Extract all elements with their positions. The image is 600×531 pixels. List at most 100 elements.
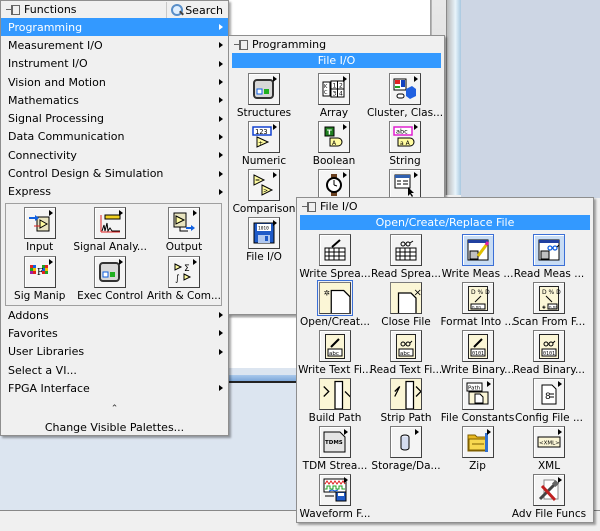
palette-item-label: Scan From F... xyxy=(512,316,586,328)
menu-item-vision-motion[interactable]: Vision and Motion xyxy=(1,73,228,91)
express-item-output[interactable]: Output xyxy=(147,204,221,256)
palette-item-build-path[interactable]: Build Path xyxy=(300,378,370,426)
scan-from-file-icon: D % D n.nn ◈ xyxy=(533,282,565,314)
palette-item-write-spreadsheet[interactable]: Write Sprea... xyxy=(299,234,371,282)
menu-item-user-libraries[interactable]: User Libraries xyxy=(1,343,228,361)
menu-item-select-vi[interactable]: Select a VI... xyxy=(1,361,228,379)
palette-item-scan-from-file[interactable]: D % D n.nn ◈ Scan From F... xyxy=(513,282,585,330)
palette-item-advanced-file-functions[interactable]: Adv File Funcs xyxy=(511,474,587,522)
palette-item-storage-dataplugin[interactable]: Storage/Da... xyxy=(370,426,442,474)
svg-text:✲: ✲ xyxy=(324,289,330,298)
arithmetic-comparison-icon: Σ ∫ xyxy=(167,255,200,288)
palette-item-read-text-file[interactable]: abc Read Text Fi... xyxy=(370,330,442,378)
palette-item-read-measurement[interactable]: Read Meas ... xyxy=(513,234,585,282)
menu-item-addons[interactable]: Addons xyxy=(1,306,228,324)
svg-text:D % D: D % D xyxy=(542,289,561,296)
write-spreadsheet-icon xyxy=(319,234,351,266)
boolean-icon: TA xyxy=(318,121,350,153)
palette-item-label: Waveform F... xyxy=(299,508,371,520)
xml-icon: <XML> xyxy=(533,426,565,458)
menu-item-measurement-io[interactable]: Measurement I/O xyxy=(1,36,228,54)
palette-item-waveform-file[interactable]: Waveform F... xyxy=(299,474,371,522)
svg-text:n.nn: n.nn xyxy=(549,305,558,310)
diagram-canvas-lower[interactable] xyxy=(228,318,298,368)
palette-item-xml[interactable]: <XML> XML xyxy=(513,426,585,474)
menu-item-data-communication[interactable]: Data Communication xyxy=(1,128,228,146)
svg-text:F: F xyxy=(37,268,43,278)
svg-text:abc: abc xyxy=(329,351,339,357)
express-item-signal-analysis[interactable]: Signal Analy... xyxy=(73,204,147,256)
palette-item-label: Write Binary... xyxy=(440,364,515,376)
palette-item-comparison[interactable]: = > Comparison xyxy=(229,169,299,217)
palette-item-tdm-streaming[interactable]: TDMS TDM Strea... xyxy=(300,426,370,474)
palette-item-label: XML xyxy=(537,460,561,472)
express-item-label: Input xyxy=(26,240,54,253)
menu-item-instrument-io[interactable]: Instrument I/O xyxy=(1,55,228,73)
menu-item-fpga-interface[interactable]: FPGA Interface xyxy=(1,379,228,397)
menu-item-mathematics[interactable]: Mathematics xyxy=(1,91,228,109)
palette-item-label: Comparison xyxy=(232,203,296,215)
palette-item-format-into-file[interactable]: D % D n.nn Format Into ... xyxy=(441,282,515,330)
express-item-input[interactable]: Input xyxy=(6,204,73,256)
express-item-sig-manip[interactable]: F Sig Manip xyxy=(6,255,73,306)
palette-item-strip-path[interactable]: Strip Path xyxy=(370,378,442,426)
advanced-file-functions-icon xyxy=(533,474,565,506)
menu-item-connectivity[interactable]: Connectivity xyxy=(1,146,228,164)
palette-item-open-create-file[interactable]: ✲ Open/Creat... xyxy=(300,280,370,330)
palette-item-write-binary-file[interactable]: 0101 Write Binary... xyxy=(440,330,515,378)
palette-item-label: Adv File Funcs xyxy=(511,508,587,520)
express-item-exec-control[interactable]: Exec Control xyxy=(73,255,147,306)
numeric-icon: 123 + xyxy=(248,121,280,153)
palette-item-structures[interactable]: Structures xyxy=(229,73,299,121)
svg-text:2: 2 xyxy=(339,83,343,90)
palette-item-numeric[interactable]: 123 + Numeric xyxy=(229,121,299,169)
pin-icon[interactable] xyxy=(6,4,20,15)
menu-item-control-design[interactable]: Control Design & Simulation xyxy=(1,164,228,182)
search-button[interactable]: Search xyxy=(166,2,226,18)
menu-item-label: Control Design & Simulation xyxy=(8,167,164,181)
palette-item-write-text-file[interactable]: abc Write Text Fi... xyxy=(298,330,372,378)
palette-item-zip[interactable]: Zip xyxy=(442,426,513,474)
signal-analysis-icon xyxy=(94,206,127,239)
menu-item-programming[interactable]: Programming xyxy=(1,18,228,37)
palette-item-cluster-class[interactable]: Cluster, Clas... xyxy=(367,73,443,121)
menu-item-label: Measurement I/O xyxy=(8,38,103,52)
menu-item-express[interactable]: Express xyxy=(1,183,228,201)
express-item-arith-comparison[interactable]: Σ ∫ Arith & Com... xyxy=(147,255,221,306)
change-visible-palettes-button[interactable]: Change Visible Palettes... xyxy=(1,421,228,434)
svg-text:∫: ∫ xyxy=(175,274,180,284)
menu-item-favorites[interactable]: Favorites xyxy=(1,324,228,342)
palette-item-boolean[interactable]: TA Boolean xyxy=(299,121,369,169)
tdm-streaming-icon: TDMS xyxy=(319,426,351,458)
submenu-arrow-icon xyxy=(219,170,223,177)
palette-item-close-file[interactable]: × Close File xyxy=(370,282,442,330)
menu-item-label: Signal Processing xyxy=(8,112,105,126)
submenu-arrow-icon xyxy=(219,348,223,355)
pin-icon[interactable] xyxy=(302,201,316,212)
hover-item-label: Open/Create/Replace File xyxy=(300,215,590,230)
submenu-arrow-icon xyxy=(219,385,223,392)
pin-icon[interactable] xyxy=(234,39,248,50)
menu-item-label: Connectivity xyxy=(8,148,77,162)
file-constants-icon: Path xyxy=(461,378,494,410)
palette-item-write-measurement[interactable]: Write Meas ... xyxy=(442,234,513,282)
palette-item-array[interactable]: KC1234 Array xyxy=(299,73,369,121)
collapse-chevron-icon[interactable]: ⌃ xyxy=(1,403,228,415)
menu-item-label: FPGA Interface xyxy=(8,381,90,395)
signal-manipulation-icon: F xyxy=(23,255,56,288)
svg-text:>: > xyxy=(263,188,268,195)
palette-item-config-file[interactable]: 8 Config File ... xyxy=(513,378,585,426)
palette-title: Functions xyxy=(24,3,77,16)
menu-item-signal-processing[interactable]: Signal Processing xyxy=(1,109,228,127)
menu-item-label: Vision and Motion xyxy=(8,75,106,89)
submenu-arrow-icon xyxy=(219,330,223,337)
palette-item-file-constants[interactable]: Path File Constants xyxy=(441,378,514,426)
palette-item-label: Write Sprea... xyxy=(299,268,371,280)
palette-item-read-binary-file[interactable]: 0101 Read Binary... xyxy=(513,330,585,378)
palette-item-file-io[interactable]: 1010 File I/O xyxy=(229,217,299,265)
palette-item-read-spreadsheet[interactable]: Read Sprea... xyxy=(370,234,442,282)
palette-item-string[interactable]: abc a A String xyxy=(369,121,441,169)
diagram-canvas[interactable] xyxy=(228,0,431,35)
svg-text:<XML>: <XML> xyxy=(539,441,560,447)
palette-title: Programming xyxy=(252,38,327,51)
